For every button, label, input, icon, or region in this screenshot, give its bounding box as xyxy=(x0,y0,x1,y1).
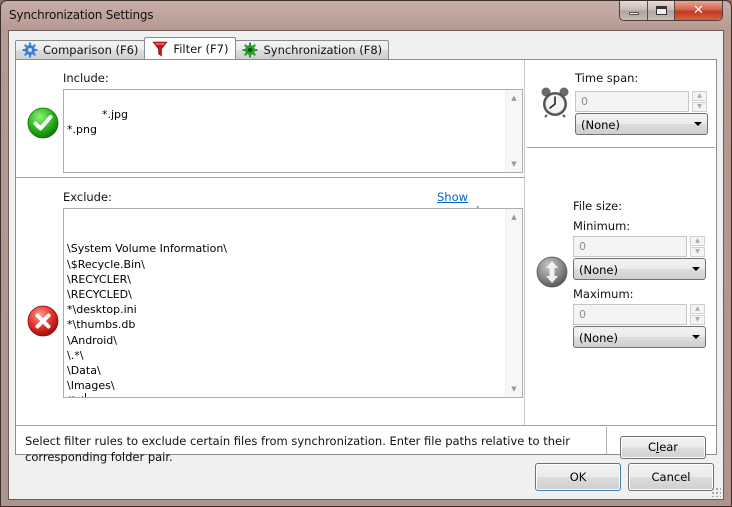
cancel-label: Cancel xyxy=(651,470,691,484)
exclude-rule-line: \System Volume Information\ xyxy=(67,242,228,256)
minimum-size-unit-select[interactable]: (None) xyxy=(573,258,706,280)
scroll-down-arrow-icon[interactable]: ▼ xyxy=(506,381,522,397)
scroll-up-arrow-icon[interactable]: ▲ xyxy=(506,209,522,225)
exclude-rule-line: \Data\ xyxy=(67,364,101,378)
tab-comparison[interactable]: Comparison (F6) xyxy=(15,40,146,59)
exclude-rule-line: \RECYCLER\ xyxy=(67,272,132,286)
file-size-label: File size: xyxy=(573,199,623,213)
time-span-input[interactable]: 0 xyxy=(575,91,689,112)
cross-icon xyxy=(27,305,59,337)
exclude-rules-list: \System Volume Information\ \$Recycle.Bin… xyxy=(67,241,502,397)
time-span-unit-value: (None) xyxy=(581,118,620,132)
checkmark-icon xyxy=(27,107,59,139)
exclude-rule-line: *\.* xyxy=(67,393,502,397)
maximum-size-input[interactable]: 0 xyxy=(573,304,687,325)
minimum-size-spinner: ▲ ▼ xyxy=(690,236,705,257)
exclude-label: Exclude: xyxy=(63,190,112,204)
minimize-button[interactable] xyxy=(620,1,648,20)
divider xyxy=(527,147,715,149)
clear-label-part: ear xyxy=(659,440,679,454)
spin-down-icon[interactable]: ▼ xyxy=(690,247,705,257)
time-span-value: 0 xyxy=(581,95,588,108)
tab-comparison-label: Comparison (F6) xyxy=(43,43,139,57)
title-bar[interactable]: Synchronization Settings ✕ xyxy=(1,1,731,31)
exclude-rules-textarea[interactable]: \System Volume Information\ \$Recycle.Bin… xyxy=(63,208,523,398)
ok-label: OK xyxy=(569,470,587,484)
tab-bar: Comparison (F6) Filter (F7) Synchronizat… xyxy=(15,37,390,59)
spin-up-icon[interactable]: ▲ xyxy=(690,304,705,314)
chevron-down-icon xyxy=(692,267,700,271)
minimum-size-input[interactable]: 0 xyxy=(573,236,687,257)
spin-down-icon[interactable]: ▼ xyxy=(692,102,707,112)
maximum-size-spinner: ▲ ▼ xyxy=(690,304,705,325)
exclude-scrollbar[interactable]: ▲ ▼ xyxy=(505,209,522,397)
window-controls: ✕ xyxy=(619,1,723,21)
window-title: Synchronization Settings xyxy=(9,8,154,22)
close-button[interactable]: ✕ xyxy=(675,1,722,20)
maximum-size-unit-select[interactable]: (None) xyxy=(573,326,706,348)
alarm-clock-icon xyxy=(541,87,569,118)
clear-button[interactable]: Clear xyxy=(620,436,706,459)
spin-up-icon[interactable]: ▲ xyxy=(690,236,705,246)
include-rules-textarea[interactable]: *.jpg *.png ▲ ▼ xyxy=(63,89,523,173)
tab-synchronization-label: Synchronization (F8) xyxy=(263,43,383,57)
minimum-label: Minimum: xyxy=(573,219,631,233)
minimum-size-unit-value: (None) xyxy=(579,263,618,277)
close-icon: ✕ xyxy=(693,3,704,18)
ok-button[interactable]: OK xyxy=(535,463,621,491)
time-span-unit-select[interactable]: (None) xyxy=(575,113,708,135)
gear-green-icon xyxy=(242,42,258,58)
exclude-rule-line: \.*\ xyxy=(67,348,84,362)
spin-down-icon[interactable]: ▼ xyxy=(690,315,705,325)
scroll-up-arrow-icon[interactable]: ▲ xyxy=(506,90,522,106)
dialog-window: Synchronization Settings ✕ Comparison (F… xyxy=(0,0,732,507)
maximize-button[interactable] xyxy=(648,1,675,20)
exclude-rule-line: \Images\ xyxy=(67,379,115,393)
include-rules-text: *.jpg *.png xyxy=(67,108,128,137)
dialog-client-area: Comparison (F6) Filter (F7) Synchronizat… xyxy=(8,30,724,500)
exclude-rule-line: *\desktop.ini xyxy=(67,303,137,317)
include-scrollbar[interactable]: ▲ ▼ xyxy=(505,90,522,172)
filter-description: Select filter rules to exclude certain f… xyxy=(25,434,571,464)
filter-rules-pane: Include: *.jpg *.png ▲ ▼ Exclude: Show \… xyxy=(16,60,524,425)
filter-tab-panel: Include: *.jpg *.png ▲ ▼ Exclude: Show \… xyxy=(15,59,717,464)
gear-blue-icon xyxy=(22,42,38,58)
tab-filter-label: Filter (F7) xyxy=(173,41,229,56)
divider xyxy=(16,425,716,427)
exclude-rule-line: \RECYCLED\ xyxy=(67,288,132,302)
tab-synchronization[interactable]: Synchronization (F8) xyxy=(235,40,390,59)
chevron-down-icon xyxy=(694,122,702,126)
vertical-divider xyxy=(606,427,607,454)
chevron-down-icon xyxy=(692,335,700,339)
maximum-size-unit-value: (None) xyxy=(579,331,618,345)
maximize-icon xyxy=(655,6,667,15)
spin-up-icon[interactable]: ▲ xyxy=(692,91,707,101)
clear-label-part: C xyxy=(647,440,656,454)
text-caret xyxy=(85,393,87,397)
tab-filter[interactable]: Filter (F7) xyxy=(144,37,237,59)
filter-limits-pane: Time span: 0 ▲ ▼ (None) File size: Minim… xyxy=(524,60,716,425)
time-span-spinner: ▲ ▼ xyxy=(692,91,707,112)
cancel-button[interactable]: Cancel xyxy=(628,463,714,491)
minimum-size-value: 0 xyxy=(579,240,586,253)
minimize-icon xyxy=(628,12,639,15)
size-arrows-icon xyxy=(536,256,568,288)
include-label: Include: xyxy=(63,71,109,85)
scroll-down-arrow-icon[interactable]: ▼ xyxy=(506,156,522,172)
resize-grip[interactable] xyxy=(711,487,721,497)
time-span-label: Time span: xyxy=(575,71,639,85)
divider xyxy=(16,177,524,179)
maximum-size-value: 0 xyxy=(579,308,586,321)
exclude-rule-line: \Android\ xyxy=(67,333,117,347)
exclude-rule-line: *\thumbs.db xyxy=(67,318,136,332)
maximum-label: Maximum: xyxy=(573,287,634,301)
funnel-icon xyxy=(152,41,169,57)
exclude-rule-line: \$Recycle.Bin\ xyxy=(67,257,145,271)
